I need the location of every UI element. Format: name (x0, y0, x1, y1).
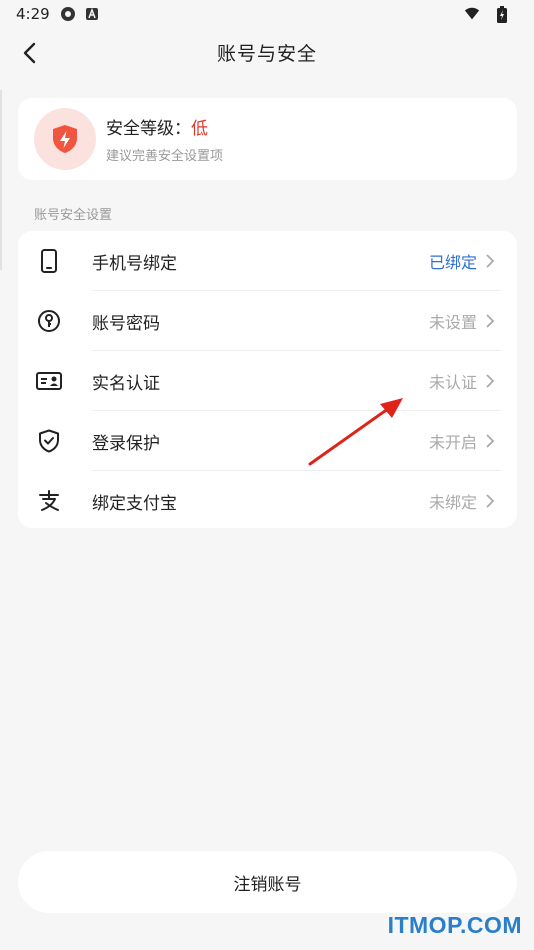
page-title: 账号与安全 (216, 42, 317, 65)
cancel-account-button[interactable]: 注销账号 (18, 851, 517, 913)
setting-label: 登录保护 (92, 433, 160, 454)
security-level-label: 安全等级： (106, 119, 191, 139)
setting-row-password[interactable]: 账号密码 未设置 (18, 291, 517, 351)
a-badge-icon (84, 6, 100, 22)
setting-status: 未认证 (428, 373, 477, 392)
setting-row-realname[interactable]: 实名认证 未认证 (18, 351, 517, 411)
setting-label: 手机号绑定 (92, 253, 177, 274)
setting-label: 实名认证 (92, 373, 160, 394)
shield-lightning-icon (34, 108, 96, 170)
back-arrow-icon[interactable] (14, 38, 44, 68)
id-card-icon (36, 368, 62, 394)
watermark: ITMOP.COM (387, 912, 522, 938)
setting-status: 已绑定 (428, 253, 477, 272)
shield-check-icon (36, 428, 62, 454)
alipay-icon (36, 488, 62, 514)
status-time: 4:29 (16, 5, 50, 23)
setting-row-alipay[interactable]: 绑定支付宝 未绑定 (18, 471, 517, 531)
annotation-arrow-icon (300, 390, 410, 474)
security-level-title: 安全等级：低 (106, 114, 223, 139)
security-level-card: 安全等级：低 建议完善安全设置项 (18, 98, 517, 180)
phone-icon (36, 248, 62, 274)
setting-status: 未绑定 (428, 493, 477, 512)
edge-divider (0, 90, 2, 270)
chevron-right-icon (485, 493, 497, 509)
setting-label: 绑定支付宝 (92, 493, 177, 514)
setting-label: 账号密码 (92, 313, 160, 334)
chevron-right-icon (485, 433, 497, 449)
security-level-hint: 建议完善安全设置项 (106, 149, 224, 164)
setting-status: 未开启 (428, 433, 477, 452)
setting-row-login-protection[interactable]: 登录保护 未开启 (18, 411, 517, 471)
setting-status: 未设置 (428, 313, 477, 332)
wifi-icon (464, 6, 480, 22)
status-bar: 4:29 (0, 0, 534, 28)
chevron-right-icon (485, 373, 497, 389)
chevron-right-icon (485, 313, 497, 329)
settings-gear-icon (60, 6, 76, 22)
account-security-list: 手机号绑定 已绑定 账号密码 未设置 实名认证 未认证 登录保护 未开启 绑定支… (18, 231, 517, 528)
security-level-value: 低 (191, 119, 208, 139)
battery-charging-icon (494, 5, 510, 23)
key-icon (36, 308, 62, 334)
nav-bar: 账号与安全 (0, 28, 534, 76)
chevron-right-icon (485, 253, 497, 269)
setting-row-phone[interactable]: 手机号绑定 已绑定 (18, 231, 517, 291)
section-title: 账号安全设置 (34, 208, 113, 223)
